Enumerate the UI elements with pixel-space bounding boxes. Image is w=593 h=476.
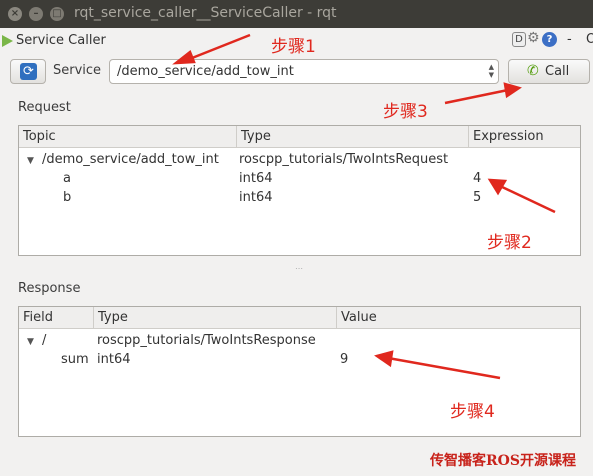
step1-annotation: 步骤1 [271, 37, 316, 57]
step2-annotation: 步骤2 [487, 233, 532, 253]
step1-arrowhead [172, 49, 196, 65]
step3-annotation: 步骤3 [383, 102, 428, 122]
step1-arrow [186, 33, 251, 62]
step3-arrowhead [503, 82, 522, 99]
step2-arrowhead [487, 178, 508, 196]
step4-arrow [387, 356, 501, 380]
step4-arrowhead [374, 350, 394, 368]
step2-arrow [499, 184, 556, 214]
watermark: 传智播客ROS开源课程 [430, 453, 576, 469]
step3-arrow [444, 88, 509, 105]
step4-annotation: 步骤4 [450, 402, 495, 422]
